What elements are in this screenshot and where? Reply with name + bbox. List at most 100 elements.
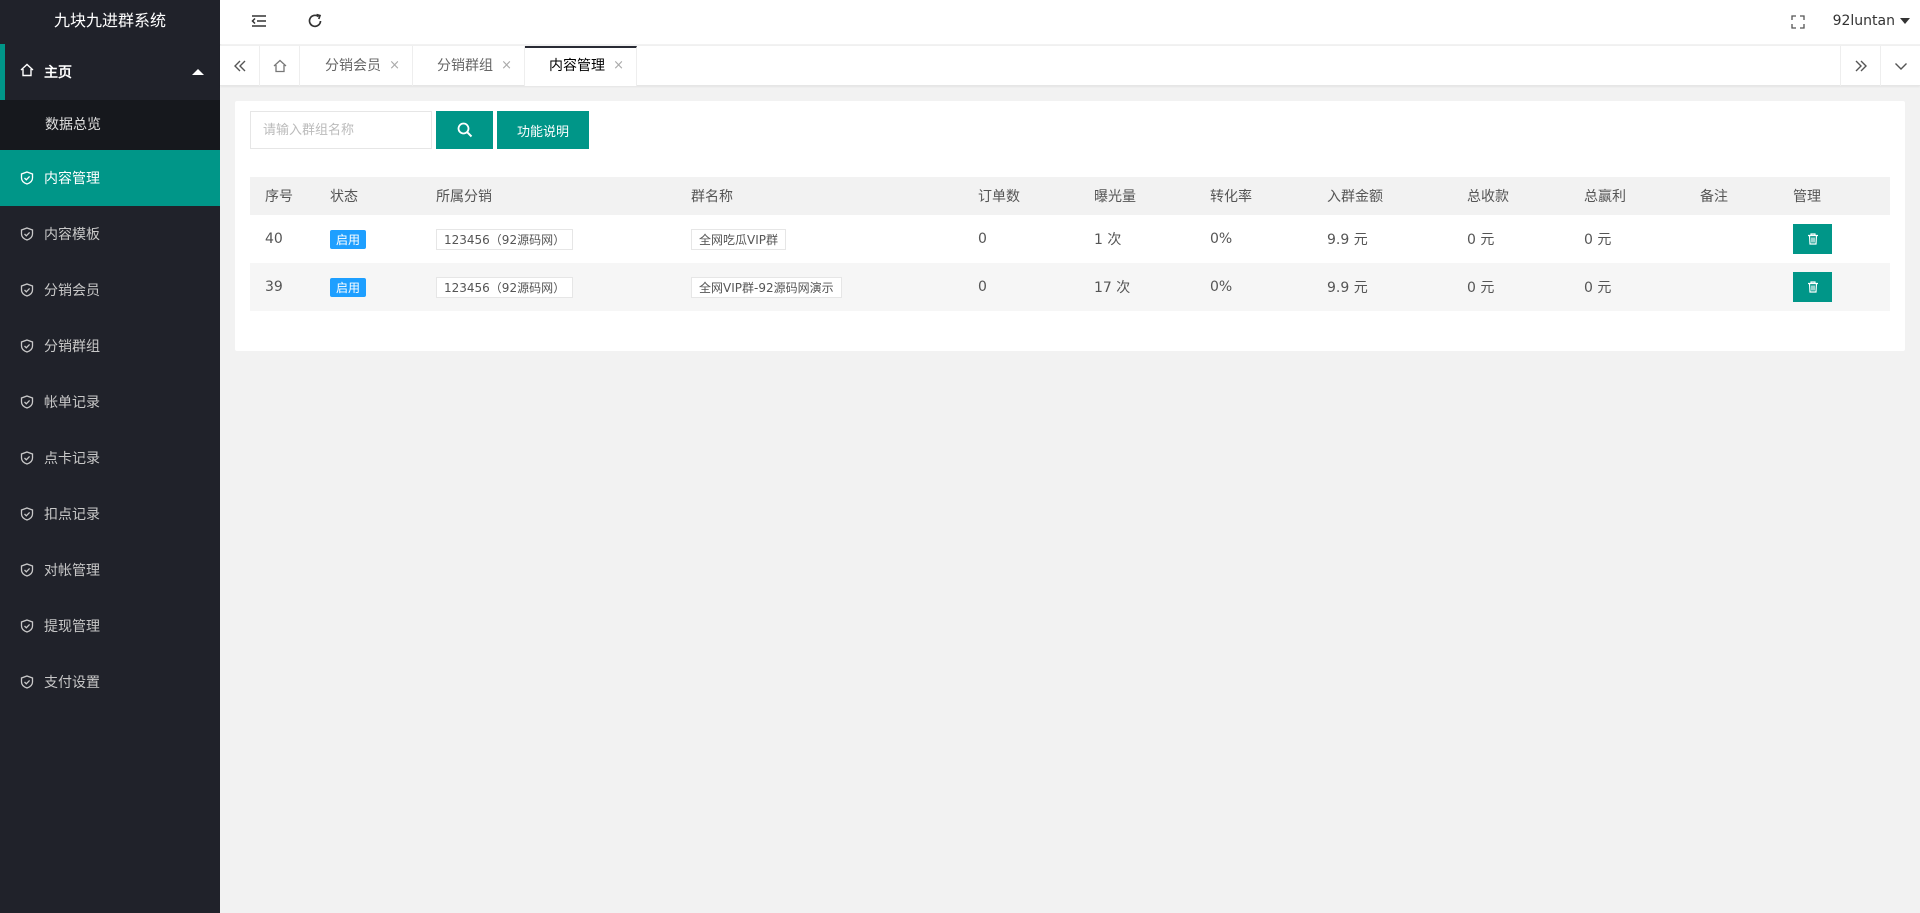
shield-check-icon <box>20 563 34 577</box>
sidebar-item-label: 帐单记录 <box>44 395 100 411</box>
cell-manage <box>1778 263 1890 311</box>
delete-button[interactable] <box>1793 224 1832 254</box>
cell-profit: 0 元 <box>1584 232 1612 248</box>
sidebar-item-distribution-groups[interactable]: 分销群组 <box>0 318 220 374</box>
home-icon <box>272 58 288 74</box>
sidebar-item-content-management[interactable]: 内容管理 <box>0 150 220 206</box>
cell-price: 9.9 元 <box>1312 263 1452 311</box>
cell-income: 0 元 <box>1452 263 1569 311</box>
sidebar-group-home[interactable]: 主页 <box>0 44 220 100</box>
sidebar-item-content-template[interactable]: 内容模板 <box>0 206 220 262</box>
caret-up-icon <box>192 69 204 75</box>
search-input[interactable] <box>250 111 432 149</box>
col-header: 群名称 <box>676 177 963 215</box>
sidebar-item-label: 提现管理 <box>44 619 100 635</box>
table-header-row: 序号 状态 所属分销 群名称 订单数 曝光量 转化率 入群金额 总收款 总赢利 … <box>250 177 1890 215</box>
distributor-tag: 123456（92源码网） <box>436 228 574 250</box>
col-header: 备注 <box>1685 177 1778 215</box>
sidebar-item-label: 扣点记录 <box>44 507 100 523</box>
home-icon <box>20 63 34 81</box>
sidebar-item-distribution-members[interactable]: 分销会员 <box>0 262 220 318</box>
cell-price: 9.9 元 <box>1327 232 1368 248</box>
shield-check-icon <box>20 171 34 185</box>
status-badge: 启用 <box>330 229 367 249</box>
fullscreen-icon[interactable] <box>1790 14 1806 30</box>
cell-rate: 0% <box>1210 231 1233 247</box>
tab-content-management[interactable]: 内容管理 × <box>525 46 637 86</box>
cell-status: 启用 <box>315 215 421 263</box>
col-header: 状态 <box>315 177 421 215</box>
cell-note <box>1685 263 1778 311</box>
col-header: 序号 <box>250 177 315 215</box>
cell-views: 1 次 <box>1094 232 1122 248</box>
close-icon[interactable]: × <box>389 46 400 86</box>
delete-button[interactable] <box>1793 272 1832 302</box>
sidebar-group-label: 主页 <box>44 65 72 81</box>
sidebar-item-bill-records[interactable]: 帐单记录 <box>0 374 220 430</box>
double-chevron-right-icon[interactable] <box>1840 46 1880 86</box>
sidebar-item-deduction-records[interactable]: 扣点记录 <box>0 486 220 542</box>
cell-manage <box>1778 215 1890 263</box>
user-menu[interactable]: 92luntan <box>1833 13 1910 29</box>
tab-label: 分销会员 <box>325 58 381 74</box>
table-row: 40 启用 123456（92源码网） 全网吃瓜VIP群 0 1 次 0% 9.… <box>250 215 1890 263</box>
caret-down-icon <box>1900 18 1910 24</box>
shield-check-icon <box>20 283 34 297</box>
cell-id: 39 <box>250 263 315 311</box>
shield-check-icon <box>20 339 34 353</box>
sidebar-item-payment-settings[interactable]: 支付设置 <box>0 654 220 710</box>
close-icon[interactable]: × <box>613 48 624 84</box>
table-row: 39 启用 123456（92源码网） 全网VIP群-92源码网演示 0 17 … <box>250 263 1890 311</box>
content-table: 序号 状态 所属分销 群名称 订单数 曝光量 转化率 入群金额 总收款 总赢利 … <box>250 177 1890 311</box>
trash-icon <box>1807 233 1819 245</box>
sidebar-item-label: 点卡记录 <box>44 451 100 467</box>
sidebar-item-label: 分销群组 <box>44 339 100 355</box>
cell-distributor: 123456（92源码网） <box>421 263 676 311</box>
sidebar-item-label: 分销会员 <box>44 283 100 299</box>
tab-distribution-groups[interactable]: 分销群组 × <box>413 46 525 86</box>
sidebar-item-card-records[interactable]: 点卡记录 <box>0 430 220 486</box>
search-icon <box>456 121 474 139</box>
sidebar-item-label: 内容管理 <box>44 171 100 187</box>
search-button[interactable] <box>436 111 493 149</box>
col-header: 总赢利 <box>1569 177 1685 215</box>
tab-label: 内容管理 <box>549 58 605 74</box>
cell-id: 40 <box>265 231 283 247</box>
sidebar-item-data-overview[interactable]: 数据总览 <box>0 100 220 150</box>
col-header: 曝光量 <box>1079 177 1195 215</box>
user-name: 92luntan <box>1832 13 1895 29</box>
sidebar-item-withdrawal[interactable]: 提现管理 <box>0 598 220 654</box>
cell-profit: 0 元 <box>1569 263 1685 311</box>
content-card: 功能说明 序号 状态 所属分销 群名称 订单数 曝光量 转化率 入群金额 总收款… <box>235 101 1905 351</box>
home-tab[interactable] <box>260 46 300 86</box>
cell-distributor: 123456（92源码网） <box>421 215 676 263</box>
tab-label: 分销群组 <box>437 58 493 74</box>
cell-group: 全网吃瓜VIP群 <box>676 215 963 263</box>
menu-fold-icon[interactable] <box>250 12 268 30</box>
chevron-down-icon[interactable] <box>1880 46 1920 86</box>
cell-group: 全网VIP群-92源码网演示 <box>676 263 963 311</box>
col-header: 入群金额 <box>1312 177 1452 215</box>
shield-check-icon <box>20 619 34 633</box>
cell-orders: 0 <box>963 263 1079 311</box>
close-icon[interactable]: × <box>501 46 512 86</box>
sidebar-item-label: 对帐管理 <box>44 563 100 579</box>
group-tag: 全网吃瓜VIP群 <box>691 228 786 250</box>
double-chevron-left-icon[interactable] <box>220 46 260 86</box>
col-header: 订单数 <box>963 177 1079 215</box>
shield-check-icon <box>20 395 34 409</box>
help-button[interactable]: 功能说明 <box>497 111 589 149</box>
sidebar-item-label: 内容模板 <box>44 227 100 243</box>
tab-bar: 分销会员 × 分销群组 × 内容管理 × <box>220 45 1920 86</box>
shield-check-icon <box>20 451 34 465</box>
cell-status: 启用 <box>315 263 421 311</box>
group-tag: 全网VIP群-92源码网演示 <box>691 276 842 298</box>
col-header: 总收款 <box>1452 177 1569 215</box>
shield-check-icon <box>20 675 34 689</box>
refresh-icon[interactable] <box>306 12 324 30</box>
col-header: 管理 <box>1778 177 1890 215</box>
top-header: 92luntan <box>220 0 1920 44</box>
cell-income: 0 元 <box>1467 232 1495 248</box>
sidebar-item-reconciliation[interactable]: 对帐管理 <box>0 542 220 598</box>
tab-distribution-members[interactable]: 分销会员 × <box>301 46 413 86</box>
